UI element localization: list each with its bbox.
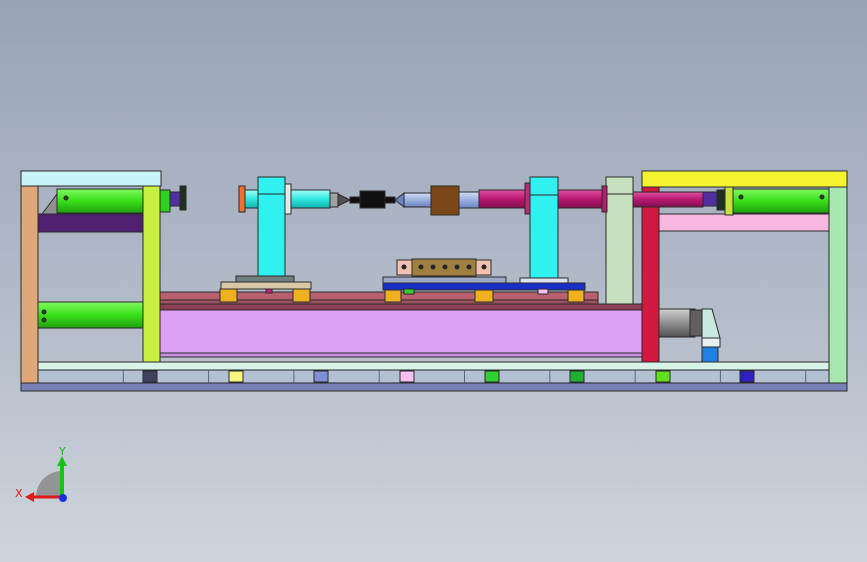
coupler-body[interactable]	[359, 190, 386, 209]
left-purple-crossbar	[37, 213, 144, 233]
shaft-left	[403, 192, 432, 208]
base-marker	[228, 370, 244, 383]
right-motor-mount	[701, 337, 721, 348]
right-support-foot	[519, 277, 569, 284]
left-rod-end-green	[159, 189, 171, 213]
base-marker	[739, 370, 755, 383]
cylinder-port-icon	[819, 194, 825, 200]
left-support-column	[257, 193, 286, 277]
base-marker	[313, 370, 329, 383]
coupler-right	[384, 196, 396, 204]
left-rod-end-flange	[179, 185, 187, 211]
carriage-block	[474, 289, 494, 303]
cylinder-port-icon	[738, 194, 744, 200]
base-marker	[142, 370, 158, 383]
assembly-drawing: Y X	[15, 170, 848, 502]
right-motor-base-block	[701, 346, 719, 363]
shaft-right	[458, 191, 480, 209]
left-lower-cylinder[interactable]	[37, 301, 144, 329]
tool-block[interactable]	[430, 185, 460, 216]
coupler-left	[349, 196, 361, 204]
left-carriage-base[interactable]	[220, 281, 312, 290]
bolt-icon	[401, 264, 407, 270]
shaft-cone	[394, 191, 405, 209]
left-support-foot	[235, 275, 295, 283]
right-pink-crossbar	[658, 213, 830, 232]
base-top-strip	[37, 361, 831, 371]
right-shaft-collar	[524, 182, 531, 215]
right-tall-plate	[605, 193, 634, 305]
left-shaft-back	[243, 189, 259, 209]
left-shaft-collar	[284, 183, 292, 215]
coordinate-triad[interactable]: Y X	[15, 445, 67, 502]
left-upper-cylinder[interactable]	[56, 188, 144, 214]
bolt-icon	[466, 264, 472, 270]
cylinder-port-icon	[63, 195, 69, 201]
carriage-marker	[403, 288, 415, 295]
left-top-plate	[20, 170, 162, 187]
right-outer-post	[828, 186, 848, 384]
right-motor-bracket	[701, 308, 721, 339]
base-marker	[484, 370, 500, 383]
right-upper-cylinder[interactable]	[732, 188, 830, 214]
bed-lilac-body	[159, 309, 643, 358]
left-support-head	[257, 176, 286, 195]
left-inner-post	[142, 185, 161, 363]
clamp-plate	[382, 276, 507, 284]
right-top-plate	[641, 170, 848, 188]
right-tall-plate-cap	[605, 176, 634, 195]
cylinder-port-icon	[41, 309, 47, 315]
right-shaft-tail	[557, 189, 607, 209]
triad-arc-icon	[36, 471, 62, 497]
x-axis-label: X	[15, 487, 23, 500]
x-arrow-icon	[25, 492, 34, 502]
carriage-block	[384, 289, 402, 303]
bolt-icon	[430, 264, 436, 270]
z-axis-icon	[59, 494, 67, 502]
y-axis-label: Y	[58, 445, 66, 458]
bolt-icon	[481, 264, 487, 270]
bed-lower-lip	[159, 352, 643, 358]
base-bottom-plate	[20, 382, 848, 392]
right-shaft-magenta[interactable]	[478, 189, 531, 209]
base-marker	[399, 370, 415, 383]
left-outer-post	[20, 185, 39, 384]
right-crimson-post	[641, 186, 660, 363]
workpiece-assembly	[349, 185, 480, 216]
left-rod-end-purple	[169, 191, 181, 207]
right-extension-shaft	[632, 191, 704, 208]
rail-bottom	[159, 303, 643, 311]
left-shaft-tip	[329, 192, 339, 208]
right-shaft-flange	[601, 185, 608, 213]
left-carriage	[219, 176, 352, 303]
carriage-block	[292, 288, 311, 303]
base-marker	[655, 370, 671, 383]
right-rod-purple	[702, 191, 718, 207]
left-shaft-cyan[interactable]	[289, 189, 331, 209]
bolt-icon	[418, 264, 424, 270]
bolt-icon	[454, 264, 460, 270]
bolt-icon	[442, 264, 448, 270]
left-center-point	[337, 193, 352, 207]
carriage-block	[219, 288, 238, 303]
left-shaft-endcap	[238, 185, 246, 213]
right-cylinder-flange	[724, 186, 734, 216]
carriage-marker	[537, 288, 549, 295]
carriage-block	[567, 289, 585, 303]
right-motor-flange	[689, 309, 703, 337]
base-marker	[569, 370, 585, 383]
right-support-head	[529, 176, 559, 196]
cad-viewport[interactable]: Y X	[0, 0, 867, 562]
right-support-column	[529, 194, 559, 279]
cylinder-port-icon	[41, 317, 47, 323]
right-rod-end	[716, 189, 726, 211]
left-carriage-marker	[265, 288, 273, 294]
